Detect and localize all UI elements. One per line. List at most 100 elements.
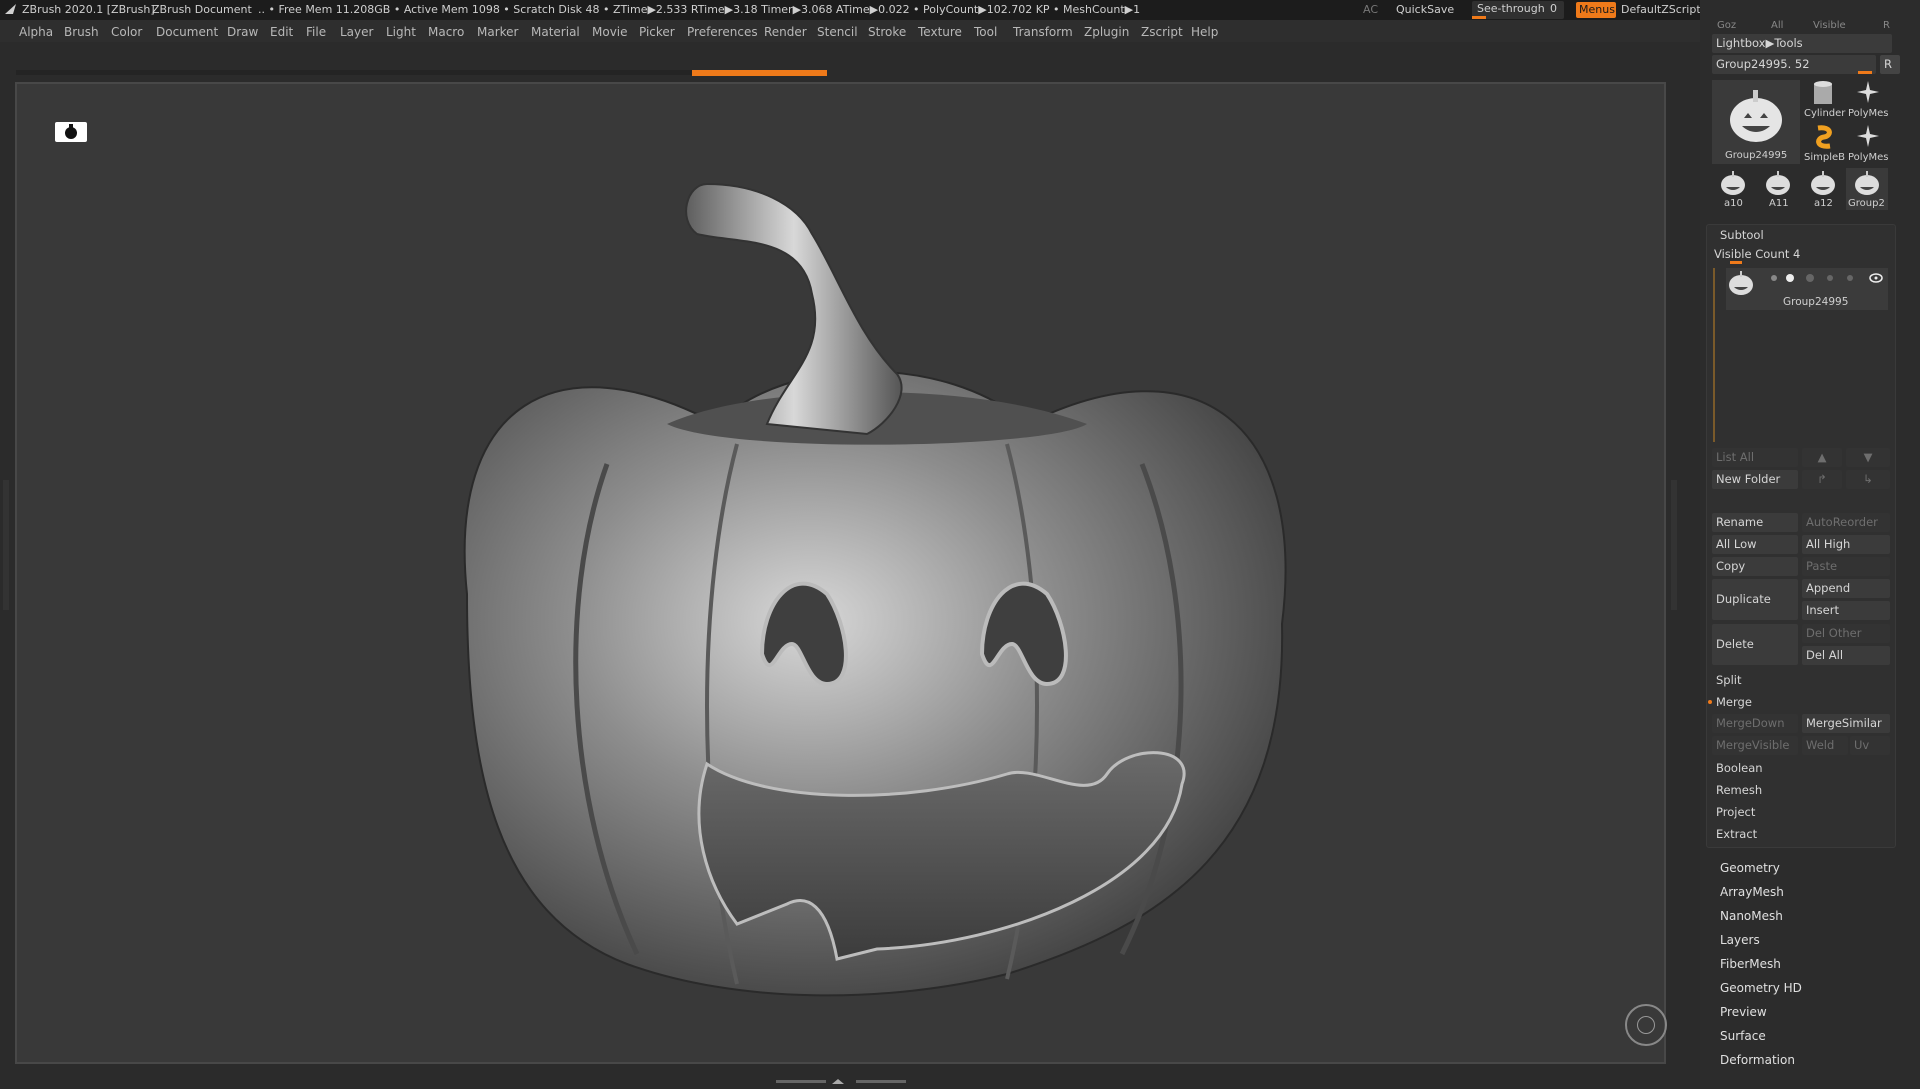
menu-brush[interactable]: Brush — [64, 25, 99, 39]
project-menu[interactable]: Project — [1716, 805, 1755, 819]
menu-layer[interactable]: Layer — [340, 25, 373, 39]
menu-file[interactable]: File — [306, 25, 326, 39]
weld-button[interactable]: Weld — [1802, 736, 1848, 755]
del-other-button[interactable]: Del Other — [1802, 624, 1890, 643]
r-top-button[interactable]: R — [1883, 20, 1890, 31]
pumpkin-model[interactable] — [407, 124, 1337, 1024]
menu-picker[interactable]: Picker — [639, 25, 675, 39]
all-button[interactable]: All — [1771, 20, 1783, 31]
right-tray-toggle[interactable] — [1671, 480, 1677, 610]
menu-material[interactable]: Material — [531, 25, 580, 39]
list-all-button[interactable]: List All — [1712, 448, 1798, 467]
menu-stencil[interactable]: Stencil — [817, 25, 858, 39]
menu-movie[interactable]: Movie — [592, 25, 628, 39]
nanomesh-menu[interactable]: NanoMesh — [1720, 909, 1783, 923]
pumpkin-icon — [1730, 90, 1782, 142]
menu-macro[interactable]: Macro — [428, 25, 464, 39]
thumb-polymesh-2[interactable]: PolyMes — [1846, 122, 1888, 164]
merge-down-button[interactable]: MergeDown — [1712, 714, 1798, 733]
menus-button[interactable]: Menus — [1576, 2, 1616, 18]
folder-return-icon[interactable]: ↳ — [1846, 470, 1890, 489]
surface-menu[interactable]: Surface — [1720, 1029, 1766, 1043]
folder-arrow-icon[interactable]: ↱ — [1802, 470, 1842, 489]
thumb-label: a12 — [1814, 198, 1833, 209]
menu-draw[interactable]: Draw — [227, 25, 258, 39]
document-menu[interactable]: ZBrush Document — [152, 3, 252, 16]
menu-color[interactable]: Color — [111, 25, 142, 39]
canvas-viewport[interactable] — [15, 82, 1667, 1064]
menu-render[interactable]: Render — [764, 25, 807, 39]
visible-button[interactable]: Visible — [1813, 20, 1846, 31]
see-through-fill — [1472, 16, 1486, 19]
new-folder-button[interactable]: New Folder — [1712, 470, 1798, 489]
quicksave-button[interactable]: QuickSave — [1396, 3, 1454, 16]
all-low-button[interactable]: All Low — [1712, 535, 1798, 554]
thumb-simplebrush[interactable]: SimpleB — [1802, 122, 1846, 164]
default-zscript-button[interactable]: DefaultZScript — [1621, 3, 1701, 16]
menu-zplugin[interactable]: Zplugin — [1084, 25, 1129, 39]
menu-light[interactable]: Light — [386, 25, 416, 39]
extract-menu[interactable]: Extract — [1716, 827, 1757, 841]
copy-button[interactable]: Copy — [1712, 557, 1798, 576]
r-button[interactable]: R — [1880, 55, 1900, 74]
merge-menu[interactable]: Merge — [1716, 695, 1752, 709]
geometry-hd-menu[interactable]: Geometry HD — [1720, 981, 1802, 995]
fibermesh-menu[interactable]: FiberMesh — [1720, 957, 1781, 971]
camera-icon[interactable] — [55, 122, 87, 142]
menu-help[interactable]: Help — [1191, 25, 1218, 39]
merge-similar-button[interactable]: MergeSimilar — [1802, 714, 1890, 733]
subtool-scrollbar[interactable] — [1713, 268, 1715, 442]
delete-button[interactable]: Delete — [1712, 624, 1798, 665]
ac-toggle[interactable]: AC — [1363, 3, 1378, 16]
deformation-menu[interactable]: Deformation — [1720, 1053, 1795, 1067]
insert-button[interactable]: Insert — [1802, 601, 1890, 620]
arraymesh-menu[interactable]: ArrayMesh — [1720, 885, 1784, 899]
duplicate-button[interactable]: Duplicate — [1712, 579, 1798, 620]
menu-zscript[interactable]: Zscript — [1141, 25, 1183, 39]
menu-tool[interactable]: Tool — [974, 25, 997, 39]
all-high-button[interactable]: All High — [1802, 535, 1890, 554]
thumb-a10[interactable]: a10 — [1712, 168, 1754, 210]
thumb-cylinder[interactable]: Cylinder — [1802, 78, 1845, 120]
menu-transform[interactable]: Transform — [1013, 25, 1073, 39]
main-tool-thumb[interactable]: Group24995 — [1712, 80, 1800, 164]
subtool-item[interactable]: Group24995 — [1726, 268, 1888, 310]
thumb-label: SimpleB — [1804, 152, 1846, 163]
menu-preferences[interactable]: Preferences — [687, 25, 758, 39]
boolean-menu[interactable]: Boolean — [1716, 761, 1763, 775]
move-down-icon[interactable]: ▼ — [1846, 448, 1890, 467]
uv-button[interactable]: Uv — [1850, 736, 1890, 755]
menu-stroke[interactable]: Stroke — [868, 25, 906, 39]
menu-texture[interactable]: Texture — [918, 25, 962, 39]
thumb-a12[interactable]: a12 — [1802, 168, 1844, 210]
preview-menu[interactable]: Preview — [1720, 1005, 1767, 1019]
current-tool-slider[interactable]: Group24995. 52 — [1712, 55, 1876, 74]
paste-button[interactable]: Paste — [1802, 557, 1890, 576]
menu-edit[interactable]: Edit — [270, 25, 293, 39]
layers-menu[interactable]: Layers — [1720, 933, 1760, 947]
split-menu[interactable]: Split — [1716, 673, 1742, 687]
merge-visible-button[interactable]: MergeVisible — [1712, 736, 1798, 755]
thumb-label: PolyMes — [1848, 108, 1889, 119]
gyro-nav-icon[interactable] — [1625, 1004, 1667, 1046]
del-all-button[interactable]: Del All — [1802, 646, 1890, 665]
rename-button[interactable]: Rename — [1712, 513, 1798, 532]
bottom-shelf-toggle-icon[interactable] — [776, 1070, 906, 1084]
remesh-menu[interactable]: Remesh — [1716, 783, 1762, 797]
thumb-polymesh-1[interactable]: PolyMes — [1846, 78, 1888, 120]
menu-marker[interactable]: Marker — [477, 25, 518, 39]
menu-alpha[interactable]: Alpha — [19, 25, 53, 39]
subtool-toggles-icon[interactable] — [1768, 272, 1884, 284]
thumb-a11[interactable]: A11 — [1757, 168, 1799, 210]
thumb-group2[interactable]: Group2 — [1846, 168, 1888, 210]
autoreorder-button[interactable]: AutoReorder — [1802, 513, 1890, 532]
menu-document[interactable]: Document — [156, 25, 218, 39]
see-through-slider[interactable]: See-through 0 — [1472, 1, 1564, 19]
append-button[interactable]: Append — [1802, 579, 1890, 598]
lightbox-tools-button[interactable]: Lightbox▶Tools — [1712, 34, 1892, 53]
geometry-menu[interactable]: Geometry — [1720, 861, 1780, 875]
move-up-icon[interactable]: ▲ — [1802, 448, 1842, 467]
goz-button[interactable]: Goz — [1717, 20, 1736, 31]
left-tray-toggle[interactable] — [3, 480, 9, 610]
subtool-title[interactable]: Subtool — [1720, 228, 1764, 242]
